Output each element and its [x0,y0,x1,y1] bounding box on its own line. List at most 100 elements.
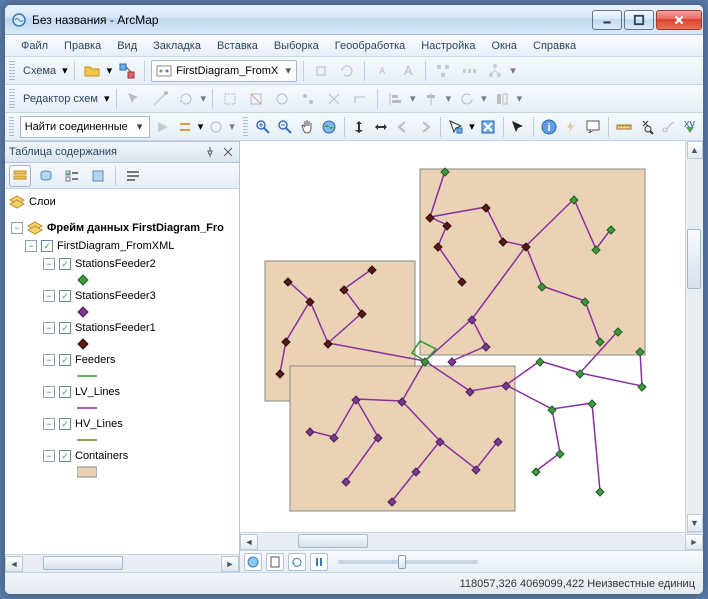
schema-dropdown-arrow[interactable]: ▾ [62,64,68,77]
menu-view[interactable]: Вид [109,40,145,52]
toolbar-grip-3[interactable] [9,117,14,137]
open-schematic-dd[interactable]: ▾ [107,64,113,77]
expander-l0[interactable]: − [43,258,55,270]
full-extent-icon[interactable] [320,116,338,138]
toc-scroll-right[interactable]: ► [221,556,239,572]
select-features-icon[interactable] [447,116,465,138]
layer-label-2[interactable]: StationsFeeder1 [75,322,156,334]
toc-scroll-thumb[interactable] [43,556,123,570]
toc-tree[interactable]: Слои − Фрейм данных FirstDiagram_Fro − F… [5,189,239,554]
layout-view-icon[interactable] [266,553,284,571]
zoom-out-icon[interactable] [276,116,294,138]
data-view-icon[interactable] [244,553,262,571]
expander-l6[interactable]: − [43,450,55,462]
next-extent-icon [416,116,434,138]
map-vscroll-thumb[interactable] [687,229,701,289]
zoom-out-fixed-icon[interactable] [372,116,390,138]
layers-icon [9,195,25,209]
expander-dataframe[interactable]: − [11,222,23,234]
toc-options-icon[interactable] [122,165,144,187]
layer-label-4[interactable]: LV_Lines [75,386,120,398]
list-by-visibility-icon[interactable] [61,165,83,187]
map-scroll-down[interactable]: ▼ [687,514,703,532]
checkbox-l1[interactable] [59,290,71,302]
refresh-view-icon[interactable] [288,553,306,571]
map-hscroll-thumb[interactable] [298,534,368,548]
map-scroll-up[interactable]: ▲ [687,141,703,159]
menu-help[interactable]: Справка [525,40,584,52]
checkbox-l5[interactable] [59,418,71,430]
toolbar-grip-2[interactable] [9,89,15,109]
trace-combo[interactable]: Найти соединенные об ▾ [20,116,150,138]
checkbox-l6[interactable] [59,450,71,462]
menu-customize[interactable]: Настройка [413,40,483,52]
list-by-drawing-icon[interactable] [9,165,31,187]
expander-l2[interactable]: − [43,322,55,334]
expander-group[interactable]: − [25,240,37,252]
expander-l3[interactable]: − [43,354,55,366]
distribute-icon[interactable] [458,60,480,82]
toc-close-icon[interactable] [221,145,235,159]
time-slider-thumb[interactable] [398,555,406,569]
generate-schematic-icon[interactable] [116,60,138,82]
zoom-in-fixed-icon[interactable] [350,116,368,138]
minimize-button[interactable] [592,10,622,30]
menu-geoprocessing[interactable]: Геообработка [327,40,414,52]
clear-selection-icon[interactable] [479,116,497,138]
align-icon[interactable] [432,60,454,82]
checkbox-l0[interactable] [59,258,71,270]
map-scroll-left[interactable]: ◄ [240,534,258,550]
toc-header[interactable]: Таблица содержания [5,141,239,163]
titlebar[interactable]: Без названия - ArcMap [5,5,703,35]
open-schematic-icon[interactable] [81,60,103,82]
select-elements-icon[interactable] [509,116,527,138]
menu-insert[interactable]: Вставка [209,40,266,52]
menu-edit[interactable]: Правка [56,40,109,52]
list-by-source-icon[interactable] [35,165,57,187]
time-slider[interactable] [338,560,478,564]
tree-layout-icon[interactable] [484,60,506,82]
menu-windows[interactable]: Окна [483,40,525,52]
menu-file[interactable]: Файл [13,40,56,52]
map-hscroll[interactable]: ◄ ► [240,532,703,550]
toolbar-grip-4[interactable] [243,117,248,137]
list-by-selection-icon[interactable] [87,165,109,187]
maximize-button[interactable] [624,10,654,30]
expander-l1[interactable]: − [43,290,55,302]
close-button[interactable] [656,10,702,30]
pin-icon[interactable] [203,145,217,159]
layer-label-6[interactable]: Containers [75,450,128,462]
diagram-selector[interactable]: FirstDiagram_FromX ▾ [151,60,297,82]
checkbox-l2[interactable] [59,322,71,334]
menu-bookmark[interactable]: Закладка [145,40,209,52]
group-label[interactable]: FirstDiagram_FromXML [57,240,174,252]
go-to-xy-icon[interactable]: xy [681,116,699,138]
layer-label-3[interactable]: Feeders [75,354,115,366]
measure-icon[interactable] [615,116,633,138]
html-popup-icon[interactable] [584,116,602,138]
dataframe-label[interactable]: Фрейм данных FirstDiagram_Fro [47,222,224,234]
expander-l5[interactable]: − [43,418,55,430]
checkbox-l3[interactable] [59,354,71,366]
pause-draw-icon[interactable] [310,553,328,571]
group-checkbox[interactable] [41,240,53,252]
toc-scroll-left[interactable]: ◄ [5,556,23,572]
map-canvas[interactable] [240,141,685,532]
trace-settings-icon[interactable] [176,116,194,138]
editor-dd[interactable]: ▾ [104,92,110,105]
layer-label-1[interactable]: StationsFeeder3 [75,290,156,302]
checkbox-l4[interactable] [59,386,71,398]
toc-hscroll[interactable]: ◄ ► [5,554,239,572]
identify-icon[interactable]: i [540,116,558,138]
find-icon[interactable] [637,116,655,138]
map-vscroll[interactable]: ▲ ▼ [685,141,703,532]
layers-root-label[interactable]: Слои [29,196,56,208]
pan-icon[interactable] [298,116,316,138]
map-scroll-right[interactable]: ► [685,534,703,550]
layer-label-5[interactable]: HV_Lines [75,418,123,430]
toolbar-grip[interactable] [9,61,15,81]
zoom-in-icon[interactable] [254,116,272,138]
expander-l4[interactable]: − [43,386,55,398]
layer-label-0[interactable]: StationsFeeder2 [75,258,156,270]
menu-selection[interactable]: Выборка [266,40,327,52]
